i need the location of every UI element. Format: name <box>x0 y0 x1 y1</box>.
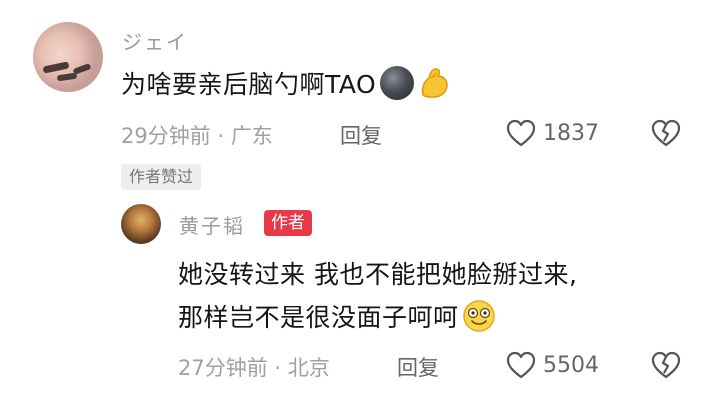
broken-heart-icon <box>651 351 681 379</box>
comment-time-location: 29分钟前 · 广东 <box>121 124 273 148</box>
author-badge: 作者 <box>264 210 312 236</box>
reply-like-count: 5504 <box>543 352 599 378</box>
replier-username[interactable]: 黄子韬 <box>179 210 245 239</box>
reply-text-line2-row: 那样岂不是很没面子呵呵 <box>178 298 497 334</box>
reply-text-line1: 她没转过来 我也不能把她脸掰过来, <box>178 260 578 289</box>
reply-reply-button[interactable]: 回复 <box>397 352 439 382</box>
replier-avatar[interactable] <box>121 204 161 244</box>
reply-like-button[interactable]: 5504 <box>505 350 599 380</box>
commenter-username[interactable]: ジェイ <box>122 26 188 55</box>
flexed-biceps-emoji <box>421 68 448 98</box>
like-button[interactable]: 1837 <box>505 118 599 148</box>
heart-icon <box>506 119 536 147</box>
dislike-button[interactable] <box>650 118 682 148</box>
reply-text-line2: 那样岂不是很没面子呵呵 <box>178 303 459 332</box>
comment-body: 为啥要亲后脑勺啊TAO <box>121 65 452 101</box>
new-moon-face-emoji <box>380 66 415 100</box>
commenter-avatar[interactable] <box>33 22 103 92</box>
author-liked-badge: 作者赞过 <box>121 164 202 190</box>
reply-time-location: 27分钟前 · 北京 <box>178 356 330 380</box>
reply-dislike-button[interactable] <box>650 350 682 380</box>
comment-text: 为啥要亲后脑勺啊TAO <box>121 70 377 99</box>
reply-button[interactable]: 回复 <box>340 120 382 150</box>
like-count: 1837 <box>543 120 599 146</box>
flushed-smile-emoji <box>462 300 495 332</box>
heart-icon <box>506 351 536 379</box>
broken-heart-icon <box>651 119 681 147</box>
